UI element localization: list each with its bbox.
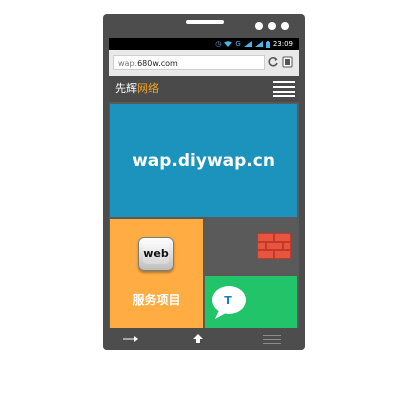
clock-time: 23:09 [272,40,293,48]
menu-icon[interactable] [273,81,295,97]
site-logo[interactable]: 先辉网络 [115,82,159,96]
wall-tile[interactable] [205,219,297,274]
chat-bubble-icon: T [212,286,246,319]
speaker-grille [186,20,224,24]
alarm-icon: ◷ [215,40,222,48]
reload-icon[interactable] [267,56,279,68]
phone-nav-bar [103,328,305,350]
home-icon[interactable] [192,333,204,345]
web-key-icon: web [138,237,174,271]
browser-url-bar: wap.680w.com [109,50,299,76]
back-arrow-icon[interactable] [123,335,139,343]
signal-icon-2 [254,41,263,47]
signal-icon [243,41,252,47]
overflow-menu-icon[interactable] [263,334,281,344]
chat-tile[interactable]: T [205,276,297,328]
brick-wall-icon [257,233,291,259]
logo-accent-text: 网络 [137,82,159,95]
banner-tile[interactable]: wap.diywap.cn [110,104,297,217]
services-label: 服务项目 [132,293,181,307]
logo-primary-text: 先辉 [115,82,137,95]
camera-dots [255,22,289,30]
status-bar: ◷ G 23:09 [109,38,299,50]
wifi-icon [224,41,233,47]
chat-icon-letter: T [224,294,232,307]
url-prefix: wap. [118,59,138,68]
services-tile[interactable]: web 服务项目 [110,219,203,328]
network-type-label: G [235,40,241,48]
url-host: 680w.com [137,59,178,68]
url-input[interactable]: wap.680w.com [113,55,265,70]
site-header: 先辉网络 [109,76,299,102]
status-icons: ◷ G 23:09 [215,38,293,50]
banner-text: wap.diywap.cn [132,150,275,171]
battery-icon [265,41,270,48]
web-key-label: web [143,242,169,264]
tabs-icon[interactable] [282,56,293,68]
phone-screen: ◷ G 23:09 wap.680w.com 先辉网络 wap.diywap.c… [109,38,299,328]
